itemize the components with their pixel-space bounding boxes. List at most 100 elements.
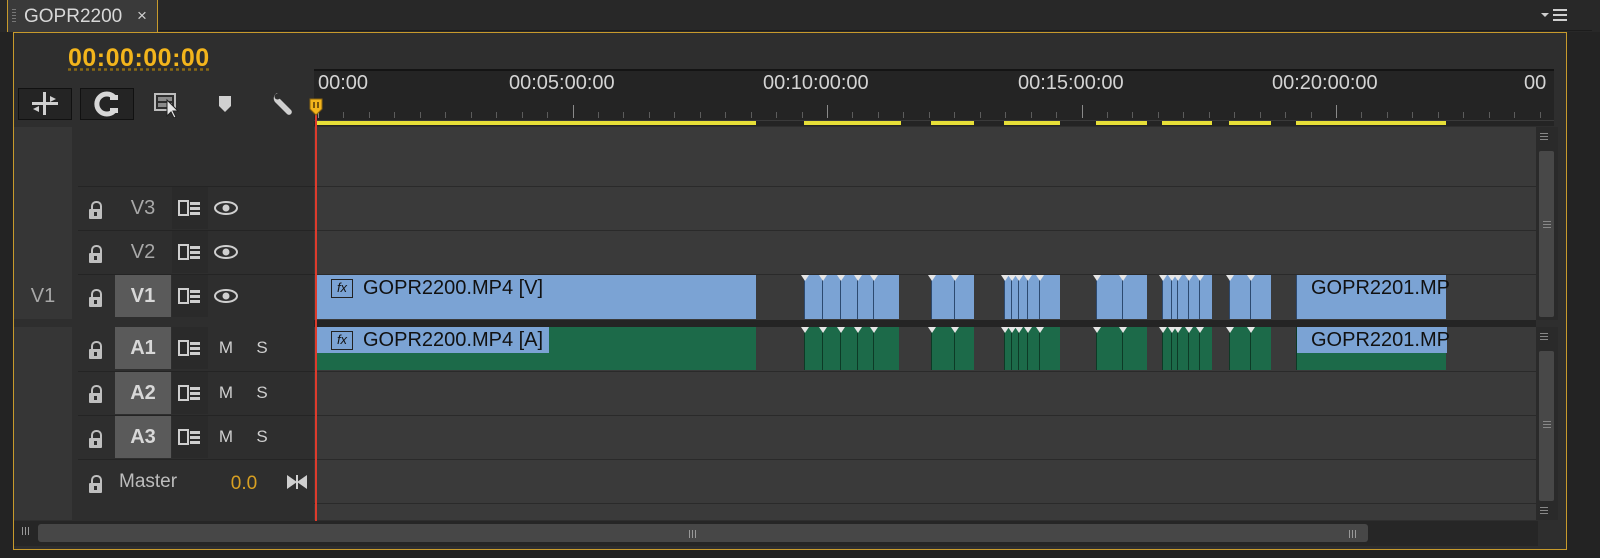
audio-clip[interactable] [1174,327,1188,370]
video-clip[interactable] [801,275,822,319]
audio-clip[interactable] [1001,327,1011,370]
audio-clip[interactable] [1008,327,1018,370]
clip-name: GOPR2201.MP [1297,327,1450,353]
solo-button[interactable]: S [244,327,280,369]
eye-icon[interactable] [208,275,244,317]
video-clip[interactable] [1196,275,1212,319]
playhead-line[interactable] [315,104,317,522]
track-name-v2[interactable]: V2 [115,231,171,273]
audio-clip[interactable]: GOPR2201.MP [1296,327,1450,370]
source-patch-v1[interactable]: V1 [14,275,72,317]
video-clip[interactable] [1247,275,1271,319]
close-icon[interactable]: × [137,6,147,26]
sync-lock-icon[interactable] [172,416,208,458]
lock-icon[interactable] [89,201,103,219]
video-clip[interactable] [1036,275,1060,319]
video-clip[interactable]: fx GOPR2200.MP4 [V] [316,275,756,319]
video-clip[interactable] [1015,275,1027,319]
video-clip[interactable] [1174,275,1188,319]
audio-clip[interactable] [951,327,974,370]
track-name-v1[interactable]: V1 [115,275,171,317]
tab-drag-grip[interactable] [12,9,16,23]
snap-button[interactable] [80,88,134,120]
panel-menu-icon[interactable] [1540,7,1570,23]
track-name-a3[interactable]: A3 [115,416,171,458]
sync-lock-icon[interactable] [172,231,208,273]
scroll-thumb[interactable] [1539,151,1554,317]
video-clip[interactable] [951,275,974,319]
lock-icon[interactable] [89,475,103,493]
track-name-v3[interactable]: V3 [115,187,171,229]
ruler-tick [1514,112,1515,118]
audio-clip[interactable] [1247,327,1271,370]
audio-clip[interactable] [1036,327,1060,370]
audio-clip[interactable] [1185,327,1199,370]
audio-clip[interactable] [870,327,899,370]
lock-icon[interactable] [89,385,103,403]
audio-clip[interactable] [1226,327,1250,370]
sync-lock-icon[interactable] [172,187,208,229]
video-clip[interactable] [928,275,954,319]
mute-button[interactable]: M [208,372,244,414]
audio-clip[interactable] [1119,327,1147,370]
eye-icon[interactable] [208,187,244,229]
bowtie-icon[interactable] [280,461,314,503]
time-ruler[interactable]: 00:00 00:05:00:00 00:10:00:00 00:15:00:0… [314,69,1554,126]
video-clip[interactable] [837,275,857,319]
video-clip[interactable] [1024,275,1039,319]
lock-icon[interactable] [89,341,103,359]
insert-edit-button[interactable] [18,88,72,120]
video-vertical-scrollbar[interactable] [1536,127,1558,320]
video-clip[interactable] [1093,275,1122,319]
fx-badge: fx [331,278,353,298]
playhead-timecode[interactable]: 00:00:00:00 [68,44,210,73]
track-name-a1[interactable]: A1 [115,327,171,369]
master-volume-value[interactable]: 0.0 [208,463,280,505]
ruler-tick [1285,112,1286,118]
video-clip[interactable] [1001,275,1011,319]
tab-sequence[interactable]: GOPR2200 × [7,0,158,32]
audio-clip[interactable] [1196,327,1212,370]
lock-icon[interactable] [89,289,103,307]
timeline-tracks[interactable]: fx GOPR2200.MP4 [V] fx GOPR2200.MP4 [A] … [314,127,1536,520]
video-clip[interactable] [854,275,873,319]
video-clip[interactable] [1008,275,1018,319]
audio-clip[interactable] [854,327,873,370]
lock-icon[interactable] [89,245,103,263]
audio-clip[interactable] [1159,327,1171,370]
timeline-settings-button[interactable] [258,88,312,120]
video-clip[interactable] [1119,275,1147,319]
video-clip[interactable] [1226,275,1250,319]
sync-lock-icon[interactable] [172,327,208,369]
sync-lock-icon[interactable] [172,372,208,414]
playhead-handle-icon[interactable] [309,98,323,116]
solo-button[interactable]: S [244,372,280,414]
track-name-a2[interactable]: A2 [115,372,171,414]
cut-marker [1024,327,1032,333]
lock-icon[interactable] [89,430,103,448]
sync-lock-icon[interactable] [172,275,208,317]
video-clip[interactable] [1159,275,1171,319]
fx-badge: fx [331,330,353,350]
add-marker-button[interactable] [198,88,252,120]
eye-icon[interactable] [208,231,244,273]
cut-marker [1036,327,1044,333]
video-clip[interactable] [819,275,840,319]
audio-vertical-scrollbar[interactable] [1536,327,1558,520]
video-clip[interactable]: GOPR2201.MP [1296,275,1450,319]
audio-clip[interactable] [1093,327,1122,370]
audio-clip[interactable] [837,327,857,370]
solo-button[interactable]: S [244,416,280,458]
audio-clip[interactable] [928,327,954,370]
video-clip[interactable] [1185,275,1199,319]
linked-selection-button[interactable] [140,88,194,120]
audio-clip[interactable] [1015,327,1027,370]
mute-button[interactable]: M [208,327,244,369]
mute-button[interactable]: M [208,416,244,458]
video-clip[interactable] [870,275,899,319]
horizontal-scroll-thumb[interactable] [38,524,1368,542]
audio-clip[interactable] [1024,327,1039,370]
audio-clip[interactable] [819,327,840,370]
audio-clip[interactable] [801,327,822,370]
audio-clip[interactable]: fx GOPR2200.MP4 [A] [316,327,756,370]
